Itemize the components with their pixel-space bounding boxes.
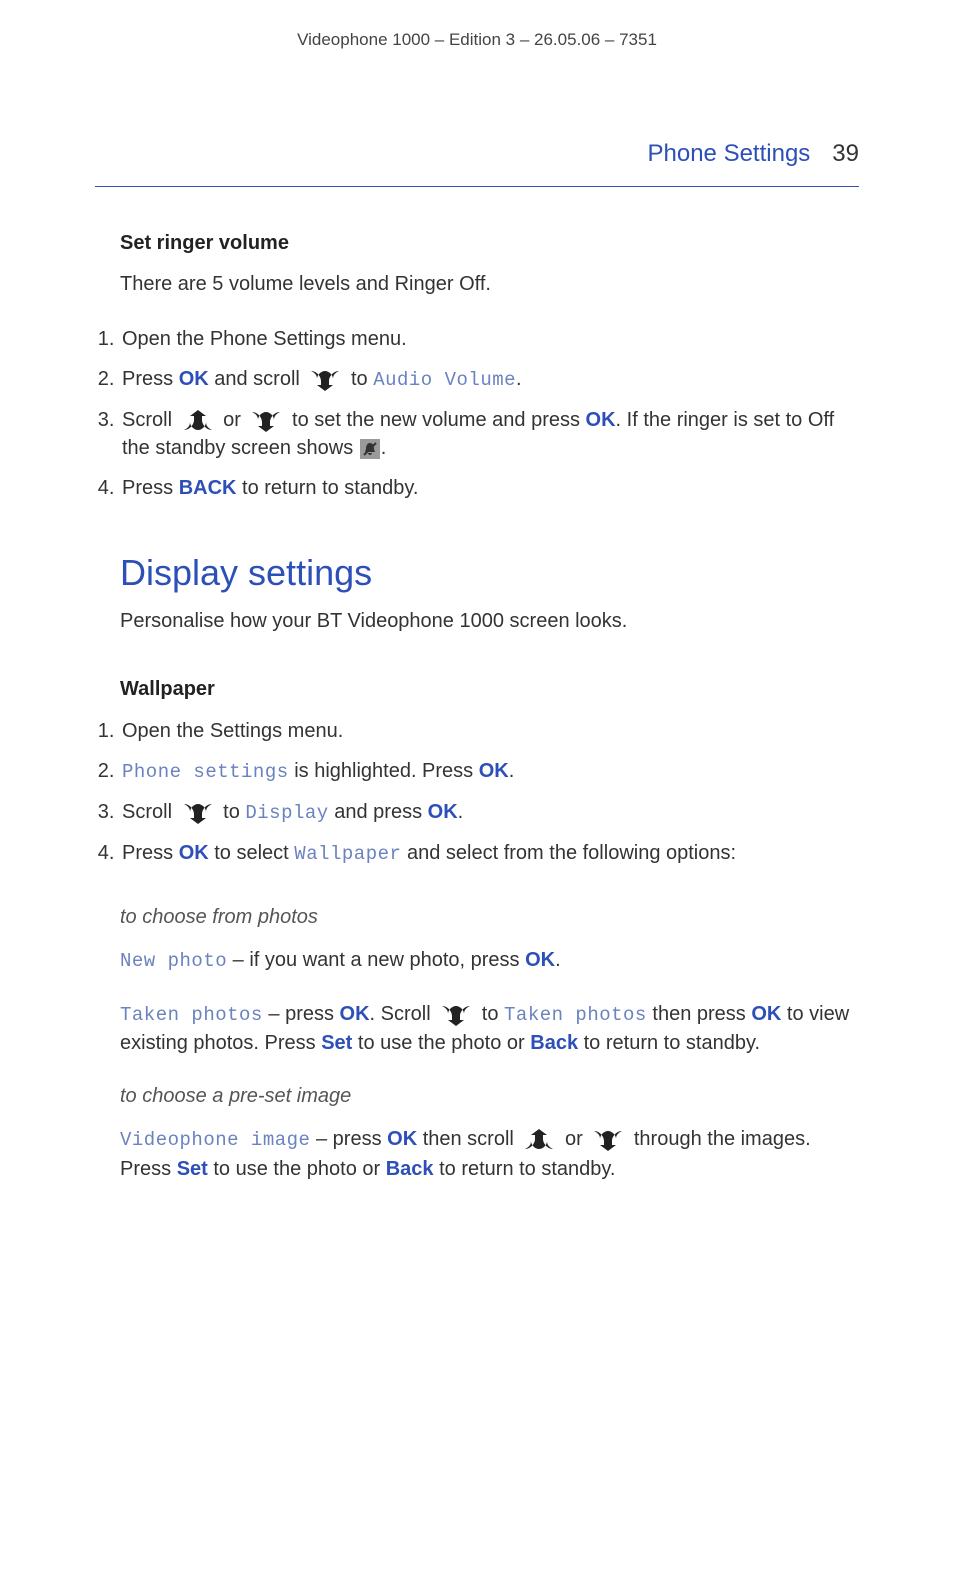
step: Open the Settings menu. xyxy=(120,717,859,745)
key-label: OK xyxy=(340,1003,370,1025)
key-label: Set xyxy=(321,1032,352,1054)
steps-wallpaper: Open the Settings menu. Phone settings is… xyxy=(80,717,859,867)
option-group-label: to choose a pre-set image xyxy=(120,1082,859,1111)
page-number: 39 xyxy=(832,140,859,168)
menu-item-label: Taken photos xyxy=(504,1004,647,1026)
heading-display-settings: Display settings xyxy=(120,552,859,594)
step: Press BACK to return to standby. xyxy=(120,474,859,502)
key-label: OK xyxy=(525,949,555,971)
menu-item-label: Videophone image xyxy=(120,1129,310,1151)
intro-ringer: There are 5 volume levels and Ringer Off… xyxy=(120,271,859,297)
option-description: Taken photos – press OK. Scroll to Taken… xyxy=(120,1000,859,1059)
nav-down-icon xyxy=(307,366,343,394)
wallpaper-options: to choose from photos New photo – if you … xyxy=(120,903,859,1184)
menu-item-label: Taken photos xyxy=(120,1004,263,1026)
key-label: OK xyxy=(179,842,209,864)
content: Set ringer volume There are 5 volume lev… xyxy=(80,232,859,1184)
option-group-label: to choose from photos xyxy=(120,903,859,932)
document-header: Videophone 1000 – Edition 3 – 26.05.06 –… xyxy=(0,30,954,50)
menu-item-label: Phone settings xyxy=(122,761,289,783)
key-label: Back xyxy=(530,1032,578,1054)
menu-item-label: Display xyxy=(245,802,328,824)
option-description: Videophone image – press OK then scroll … xyxy=(120,1125,859,1184)
section-title: Phone Settings xyxy=(648,140,811,168)
nav-up-icon xyxy=(521,1126,557,1155)
nav-down-icon xyxy=(248,406,284,434)
nav-down-icon xyxy=(590,1126,626,1155)
key-label: Back xyxy=(386,1158,434,1180)
key-label: BACK xyxy=(179,477,237,499)
step: Scroll to Display and press OK. xyxy=(120,798,859,827)
key-label: Set xyxy=(177,1158,208,1180)
option-description: New photo – if you want a new photo, pre… xyxy=(120,946,859,976)
key-label: OK xyxy=(586,409,616,431)
key-label: OK xyxy=(387,1128,417,1150)
nav-up-icon xyxy=(180,406,216,434)
step: Press OK to select Wallpaper and select … xyxy=(120,839,859,868)
subheading-wallpaper: Wallpaper xyxy=(120,678,859,701)
menu-item-label: Audio Volume xyxy=(373,369,516,391)
menu-item-label: New photo xyxy=(120,950,227,972)
step: Scroll or to set the new volume and pres… xyxy=(120,406,859,463)
key-label: OK xyxy=(428,801,458,823)
subheading-ringer: Set ringer volume xyxy=(120,232,859,255)
step: Phone settings is highlighted. Press OK. xyxy=(120,757,859,786)
step: Press OK and scroll to Audio Volume. xyxy=(120,365,859,394)
key-label: OK xyxy=(751,1003,781,1025)
steps-ringer: Open the Phone Settings menu. Press OK an… xyxy=(80,325,859,502)
step: Open the Phone Settings menu. xyxy=(120,325,859,353)
ringer-off-icon xyxy=(360,439,380,459)
section-header: Phone Settings 39 xyxy=(95,140,859,187)
menu-item-label: Wallpaper xyxy=(294,843,401,865)
page: Videophone 1000 – Edition 3 – 26.05.06 –… xyxy=(0,0,954,1308)
nav-down-icon xyxy=(180,799,216,827)
key-label: OK xyxy=(179,368,209,390)
intro-display: Personalise how your BT Videophone 1000 … xyxy=(120,608,859,634)
nav-down-icon xyxy=(438,1000,474,1029)
key-label: OK xyxy=(479,760,509,782)
